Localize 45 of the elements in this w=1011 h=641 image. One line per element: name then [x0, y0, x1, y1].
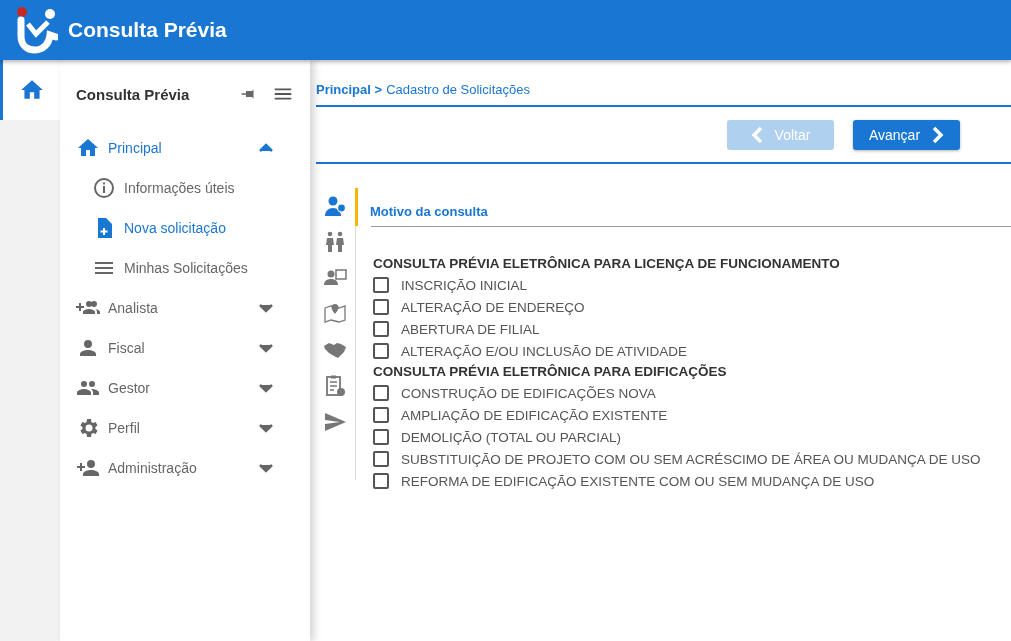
- chevron-left-icon: [750, 125, 765, 144]
- checkbox-label[interactable]: ABERTURA DE FILIAL: [401, 321, 540, 337]
- sidebar-subitem[interactable]: Minhas Solicitações: [60, 248, 310, 288]
- sidebar-subitem[interactable]: Nova solicitação: [60, 208, 310, 248]
- rail-home-button[interactable]: [0, 60, 60, 120]
- sidebar-item[interactable]: Gestor: [60, 368, 310, 408]
- checkbox-label[interactable]: CONSTRUÇÃO DE EDIFICAÇÕES NOVA: [401, 385, 656, 401]
- checkbox[interactable]: [373, 343, 389, 359]
- sidebar-item[interactable]: Principal: [60, 128, 310, 168]
- info-icon: [92, 176, 116, 200]
- checkbox-label[interactable]: AMPLIAÇÃO DE EDIFICAÇÃO EXISTENTE: [401, 407, 668, 423]
- step-tab[interactable]: [322, 302, 349, 326]
- group-heading: CONSULTA PRÉVIA ELETRÔNICA PARA LICENÇA DE FUNCIONAMENTO: [373, 255, 841, 273]
- checkbox[interactable]: [373, 451, 389, 467]
- checkbox-label[interactable]: ALTERAÇÃO DE ENDEREÇO: [401, 299, 585, 315]
- breadcrumb-link[interactable]: Principal >: [316, 82, 383, 97]
- step-tab[interactable]: [322, 194, 349, 218]
- checkbox[interactable]: [373, 407, 389, 423]
- checkbox[interactable]: [373, 321, 389, 337]
- checkbox-label[interactable]: INSCRIÇÃO INICIAL: [401, 277, 528, 293]
- sidebar-title: Consulta Prévia: [76, 85, 191, 103]
- checkbox-label[interactable]: REFORMA DE EDIFICAÇÃO EXISTENTE COM OU SEM MUDANÇA DE USO: [401, 473, 875, 489]
- checkbox[interactable]: [373, 429, 389, 445]
- section-title: Motivo da consulta: [370, 204, 488, 219]
- checkbox-label[interactable]: SUBSTITUIÇÃO DE PROJETO COM OU SEM ACRÉSCIMO DE ÁREA OU MUDANÇA DE USO: [401, 451, 981, 467]
- sidebar-item[interactable]: Fiscal: [60, 328, 310, 368]
- sidebar-item[interactable]: Analista: [60, 288, 310, 328]
- user-question-icon: [322, 194, 347, 218]
- breadcrumb-current: Cadastro de Solicitações: [386, 82, 530, 97]
- send-icon: [322, 410, 347, 434]
- checkbox-label[interactable]: DEMOLIÇÃO (TOTAL OU PARCIAL): [401, 429, 622, 445]
- sidebar-subitem[interactable]: Informações úteis: [60, 168, 310, 208]
- checkbox-label[interactable]: ALTERAÇÃO E/OU INCLUSÃO DE ATIVIDADE: [401, 343, 688, 359]
- map-pin-icon: [322, 302, 347, 326]
- checkbox[interactable]: [373, 299, 389, 315]
- sidebar-item[interactable]: Perfil: [60, 408, 310, 448]
- checkbox[interactable]: [373, 277, 389, 293]
- checkbox[interactable]: [373, 385, 389, 401]
- app-title: Consulta Prévia: [68, 18, 227, 42]
- sidebar-item[interactable]: Administração: [60, 448, 310, 488]
- next-button[interactable]: Avançar: [853, 119, 960, 150]
- checkbox[interactable]: [373, 473, 389, 489]
- chevron-right-icon: [930, 125, 945, 144]
- group-heading: CONSULTA PRÉVIA ELETRÔNICA PARA EDIFICAÇÕES: [373, 363, 728, 381]
- logo-icon: [16, 6, 58, 54]
